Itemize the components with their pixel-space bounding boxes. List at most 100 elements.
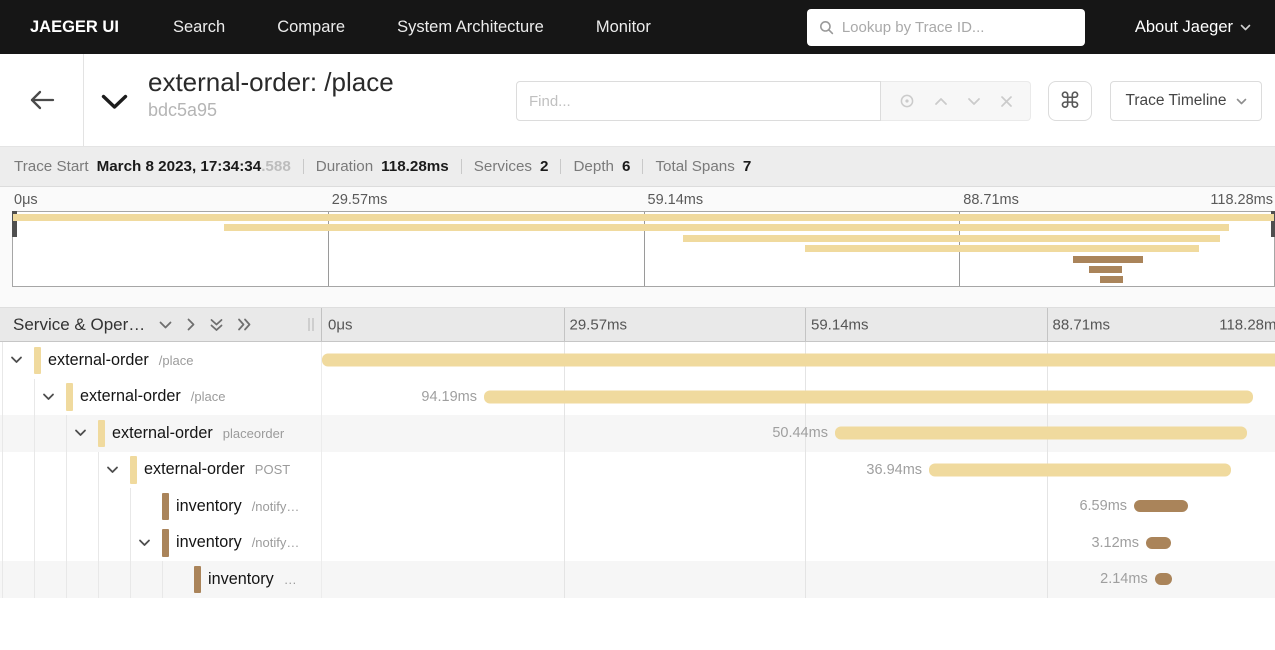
minimap-tick-label: 29.57ms <box>331 192 388 208</box>
target-icon[interactable] <box>899 93 915 109</box>
about-jaeger-menu[interactable]: About Jaeger <box>1135 18 1251 37</box>
collapse-trace-details-button[interactable] <box>101 94 128 110</box>
span-name-label: external-order/place <box>80 379 225 416</box>
span-name-cell: inventory/notify… <box>0 524 322 561</box>
span-row[interactable]: external-order placeorder 50.44ms <box>0 415 1275 452</box>
span-duration-label: 6.59ms <box>1079 498 1128 515</box>
span-timeline-scale <box>322 342 1275 379</box>
trace-title: external-order: /place <box>148 67 394 97</box>
span-row[interactable]: inventory/notify… 6.59ms <box>0 488 1275 525</box>
minimap-span-bar <box>682 234 1221 242</box>
chevron-down-icon <box>101 94 128 110</box>
span-service-name: inventory <box>176 533 242 552</box>
tree-guide-line <box>34 524 35 561</box>
span-duration-label: 36.94ms <box>866 461 923 478</box>
timeline-header-row: Service & Oper… 0μs 29.57ms 59.14ms 88.71ms… <box>0 307 1275 342</box>
nav-link-compare[interactable]: Compare <box>277 18 345 37</box>
span-row[interactable]: external-order POST 36.94ms <box>0 451 1275 488</box>
nav-link-system-architecture[interactable]: System Architecture <box>397 18 544 37</box>
summary-item-duration: Duration 118.28ms <box>291 158 449 175</box>
tree-guide-line <box>98 451 99 488</box>
span-timeline-scale: 2.14ms <box>322 561 1275 598</box>
nav-link-monitor[interactable]: Monitor <box>596 18 651 37</box>
summary-item-label: Depth <box>573 158 614 175</box>
x-icon[interactable] <box>1000 95 1013 108</box>
span-row[interactable]: external-order/place <box>0 342 1275 379</box>
chevron-up-icon[interactable] <box>934 97 948 106</box>
span-operation-name: placeorder <box>222 425 285 441</box>
span-service-name: inventory <box>208 569 274 588</box>
timeline-gridline <box>563 451 565 488</box>
back-button[interactable] <box>0 54 84 146</box>
summary-item-value: March 8 2023, 17:34:34 <box>96 158 262 175</box>
column-resizer-grip[interactable] <box>308 318 314 331</box>
chevron-down-icon[interactable] <box>42 392 55 401</box>
chevron-down-icon[interactable] <box>74 429 87 438</box>
trace-view-select[interactable]: Trace Timeline <box>1110 81 1262 121</box>
double-chevron-down-icon[interactable] <box>209 318 224 332</box>
command-icon: ⌘ <box>1059 88 1081 113</box>
nav-link-search[interactable]: Search <box>173 18 225 37</box>
span-row[interactable]: inventory … 2.14ms <box>0 561 1275 598</box>
span-bar[interactable] <box>834 426 1247 440</box>
service-operation-header: Service & Oper… <box>13 314 146 334</box>
tree-guide-line <box>66 561 67 598</box>
span-service-name: external-order <box>112 423 213 442</box>
span-bar[interactable] <box>929 463 1231 477</box>
span-name-label: inventory … <box>208 561 297 598</box>
span-operation-name: /notify… <box>251 535 300 551</box>
span-bar[interactable] <box>483 390 1254 404</box>
nav-links: Search Compare System Architecture Monitor <box>173 18 651 37</box>
chevron-down-icon[interactable] <box>10 356 23 365</box>
span-timeline-scale: 94.19ms <box>322 378 1275 415</box>
span-name-label: external-order placeorder <box>112 415 284 452</box>
span-bar[interactable] <box>1145 536 1172 549</box>
summary-item-value: 7 <box>742 158 752 175</box>
keyboard-shortcuts-button[interactable]: ⌘ <box>1048 81 1092 121</box>
summary-item-trace-start: Trace Start March 8 2023, 17:34:34.588 <box>14 158 291 175</box>
span-bar[interactable] <box>1154 573 1173 586</box>
span-name-cell: external-order/place <box>0 342 322 379</box>
timeline-gridline <box>1046 488 1048 525</box>
span-color-bar <box>130 456 137 484</box>
chevron-right-icon[interactable] <box>186 317 196 332</box>
span-bar[interactable] <box>322 353 1275 367</box>
find-input[interactable] <box>516 81 881 121</box>
minimap-tick-labels: 0μs 29.57ms 59.14ms 88.71ms 118.28ms <box>12 192 1275 209</box>
span-timeline-cell: 2.14ms <box>322 561 1275 598</box>
minimap-tick-label: 88.71ms <box>963 192 1019 208</box>
trace-id-search[interactable] <box>806 8 1085 46</box>
timeline-gridline <box>563 524 565 561</box>
span-duration-label: 3.12ms <box>1091 534 1139 551</box>
timeline-gridline <box>805 524 806 561</box>
span-timeline-scale: 50.44ms <box>322 415 1275 452</box>
span-row[interactable]: external-order/place 94.19ms <box>0 378 1275 416</box>
summary-bar: Trace Start March 8 2023, 17:34:34.588 Dur… <box>0 147 1275 187</box>
span-operation-name: /place <box>158 352 194 368</box>
chevron-down-icon[interactable] <box>138 538 151 547</box>
span-bar[interactable] <box>1134 500 1188 513</box>
arrow-left-icon <box>28 89 56 111</box>
chevron-down-icon[interactable] <box>158 320 173 330</box>
summary-item-label: Services <box>473 158 532 175</box>
double-chevron-right-icon[interactable] <box>237 317 252 332</box>
minimap-span-bar <box>13 214 1274 221</box>
summary-item-value: 118.28ms <box>381 158 449 175</box>
minimap-canvas[interactable] <box>12 211 1275 287</box>
span-timeline-scale: 36.94ms <box>322 451 1275 488</box>
span-operation-name: /notify… <box>251 498 300 514</box>
chevron-down-icon[interactable] <box>106 465 119 474</box>
span-timeline-cell <box>322 342 1275 379</box>
app-brand[interactable]: JAEGER UI <box>30 18 119 37</box>
trace-id-search-input[interactable] <box>841 18 1073 36</box>
span-name-label: inventory/notify… <box>176 488 299 525</box>
span-operation-name: … <box>283 571 297 587</box>
span-name-cell: inventory/notify… <box>0 488 322 525</box>
minimap-span-bar <box>1088 266 1122 273</box>
summary-item-depth: Depth 6 <box>548 158 630 175</box>
timeline-header-right: 0μs 29.57ms 59.14ms 88.71ms 118.28ms <box>322 308 1275 341</box>
chevron-down-icon[interactable] <box>967 97 981 106</box>
timeline-gridline <box>563 561 565 598</box>
span-timeline-cell: 36.94ms <box>322 451 1275 488</box>
span-row[interactable]: inventory/notify… 3.12ms <box>0 524 1275 561</box>
